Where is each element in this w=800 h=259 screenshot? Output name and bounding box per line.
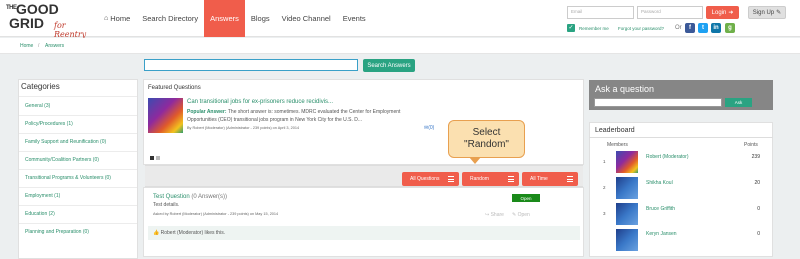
members-header: Members <box>607 142 628 148</box>
sign-in-icon: ➜ <box>728 10 734 16</box>
category-item[interactable]: Education (2) <box>25 211 55 217</box>
tab-all-questions[interactable]: All Questions <box>402 172 459 186</box>
featured-question-link[interactable]: Can transitional jobs for ex-prisoners r… <box>187 99 333 105</box>
site-logo[interactable]: THE GOOD GRID for Reentry <box>6 2 100 39</box>
tutorial-callout: Select "Random" <box>448 120 525 164</box>
test-question-link[interactable]: Test Question (0 Answer(s)) <box>153 194 227 200</box>
member-points: 239 <box>751 154 760 160</box>
list-icon <box>508 176 514 182</box>
ask-title: Ask a question <box>595 84 655 94</box>
breadcrumb-answers[interactable]: Answers <box>45 43 64 49</box>
share-icon: ↪ <box>485 212 490 218</box>
carousel-dot[interactable] <box>156 156 160 160</box>
rank: 2 <box>603 185 606 190</box>
tab-all-time[interactable]: All Time <box>522 172 578 186</box>
question-thumbnail[interactable] <box>148 98 183 133</box>
main-nav: ⌂ Home Search Directory Answers Blogs Vid… <box>98 0 372 37</box>
remember-label: Remember me <box>579 26 609 31</box>
nav-blogs[interactable]: Blogs <box>245 0 276 37</box>
answers-search-input[interactable] <box>144 59 358 71</box>
divider <box>19 205 137 206</box>
comment-count[interactable]: ✉(0) <box>424 125 434 131</box>
password-input[interactable]: Password <box>637 6 703 19</box>
forgot-password-link[interactable]: Forgot your password? <box>618 26 664 31</box>
nav-answers[interactable]: Answers <box>204 0 245 37</box>
category-item[interactable]: Employment (1) <box>25 193 60 199</box>
featured-meta: By Robert (Moderator) (Administrator - 2… <box>187 126 300 130</box>
rank: 1 <box>603 159 606 164</box>
ask-question-panel: Ask a question Ask <box>589 80 773 110</box>
avatar[interactable] <box>616 151 638 173</box>
pencil-icon: ✎ <box>512 212 517 218</box>
carousel-dot-active[interactable] <box>150 156 154 160</box>
top-bar: THE GOOD GRID for Reentry ⌂ Home Search D… <box>0 0 800 39</box>
breadcrumb-home[interactable]: Home <box>20 43 33 49</box>
twitter-icon[interactable]: t <box>698 23 708 33</box>
signup-button[interactable]: Sign Up ✎ <box>748 6 786 19</box>
logo-line2: GRID <box>9 15 44 31</box>
or-label: Or <box>675 25 682 31</box>
nav-video-channel[interactable]: Video Channel <box>276 0 337 37</box>
divider <box>19 115 137 116</box>
facebook-icon[interactable]: f <box>685 23 695 33</box>
divider <box>19 223 137 224</box>
divider <box>19 187 137 188</box>
avatar[interactable] <box>616 203 638 225</box>
question-meta: Asked by Robert (Moderator) (Administrat… <box>153 212 279 216</box>
avatar[interactable] <box>616 229 638 251</box>
logo-tagline: for Reentry <box>54 21 87 39</box>
category-item[interactable]: Transitional Programs & Volunteers (0) <box>25 175 111 181</box>
ask-button[interactable]: Ask <box>725 98 752 107</box>
member-points: 20 <box>754 180 760 186</box>
member-link[interactable]: Robert (Moderator) <box>646 154 689 160</box>
avatar[interactable] <box>616 177 638 199</box>
member-link[interactable]: Bruce Griffith <box>646 206 675 212</box>
open-button[interactable]: ✎ Open <box>512 212 530 218</box>
category-item[interactable]: General (3) <box>25 103 50 109</box>
rank: 3 <box>603 211 606 216</box>
question-details: Test details. <box>153 202 180 208</box>
tab-random[interactable]: Random <box>462 172 519 186</box>
edit-icon: ✎ <box>776 10 782 16</box>
category-item[interactable]: Community/Coalition Partners (0) <box>25 157 99 163</box>
share-button[interactable]: ↪ Share <box>485 212 504 218</box>
member-link[interactable]: Keryn Jansen <box>646 231 677 237</box>
google-icon[interactable]: g <box>725 23 735 33</box>
linkedin-icon[interactable]: in <box>711 23 721 33</box>
divider <box>19 151 137 152</box>
leaderboard-title: Leaderboard <box>595 127 635 134</box>
nav-search-directory[interactable]: Search Directory <box>136 0 204 37</box>
featured-title: Featured Questions <box>148 85 201 91</box>
popular-answer: Popular Answer: The short answer is: som… <box>187 109 401 123</box>
divider <box>19 133 137 134</box>
points-header: Points <box>744 142 758 148</box>
member-link[interactable]: Shikha Koul <box>646 180 673 186</box>
list-icon <box>567 176 573 182</box>
divider <box>19 96 137 97</box>
list-icon <box>448 176 454 182</box>
category-item[interactable]: Planning and Preparation (0) <box>25 229 89 235</box>
categories-title: Categories <box>21 82 60 91</box>
email-input[interactable]: Email <box>567 6 634 19</box>
category-item[interactable]: Policy/Procedures (1) <box>25 121 73 127</box>
nav-events[interactable]: Events <box>337 0 372 37</box>
member-points: 0 <box>757 206 760 212</box>
ask-input[interactable] <box>594 98 722 107</box>
breadcrumb: Home / Answers <box>0 38 800 54</box>
login-button[interactable]: Login ➜ <box>706 6 739 19</box>
search-answers-button[interactable]: Search Answers <box>363 59 415 72</box>
nav-home[interactable]: ⌂ Home <box>98 0 136 37</box>
category-item[interactable]: Family Support and Reunification (0) <box>25 139 106 145</box>
divider <box>589 137 773 138</box>
divider <box>19 169 137 170</box>
member-points: 0 <box>757 231 760 237</box>
likes-text: 👍 Robert (Moderator) likes this. <box>153 230 226 236</box>
remember-checkbox[interactable]: ✓ <box>567 24 575 32</box>
thumbs-up-icon: 👍 <box>153 230 160 236</box>
breadcrumb-separator: / <box>38 43 40 49</box>
home-icon: ⌂ <box>104 15 109 22</box>
status-badge: Open <box>512 194 540 202</box>
